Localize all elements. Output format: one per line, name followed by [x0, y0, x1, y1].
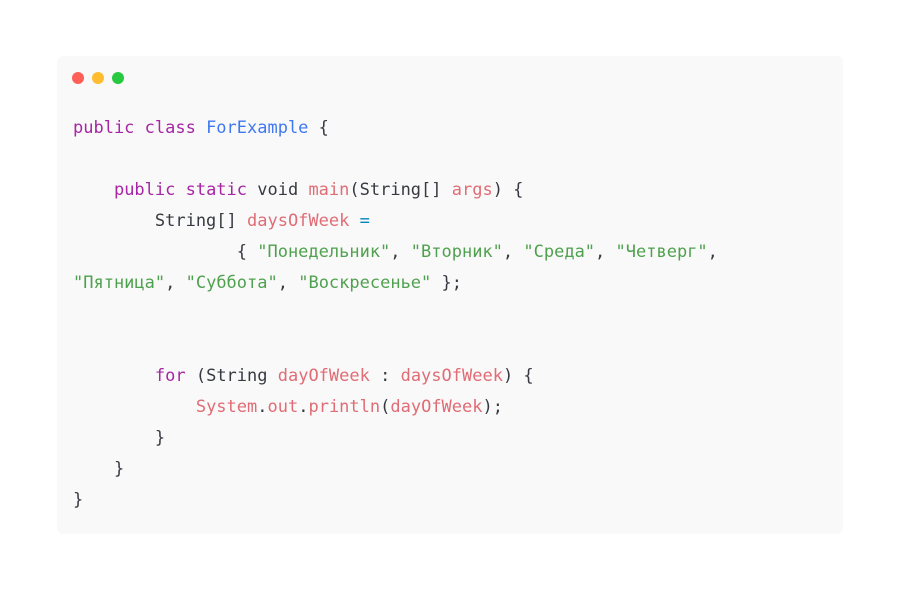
code-token: dayOfWeek	[277, 366, 370, 386]
maximize-dot-icon[interactable]	[112, 72, 124, 84]
code-token: ,	[595, 242, 616, 262]
code-token: (	[380, 397, 391, 417]
code-token: "Вторник"	[410, 242, 503, 262]
code-token: );	[482, 397, 503, 417]
code-token: main	[308, 180, 350, 200]
code-token: :	[369, 366, 401, 386]
code-token: "Пятница"	[73, 273, 166, 293]
code-token: "Воскресенье"	[298, 273, 432, 293]
code-line: public static void main(String[] args) {	[73, 175, 718, 206]
code-token: ) {	[492, 180, 524, 200]
code-token: ,	[390, 242, 411, 262]
code-token: {	[73, 242, 258, 262]
code-token: dayOfWeek	[390, 397, 483, 417]
code-line: for (String dayOfWeek : daysOfWeek) {	[73, 361, 718, 392]
code-token: System	[195, 397, 258, 417]
code-token: }	[73, 490, 84, 510]
code-token: String[]	[73, 211, 247, 231]
minimize-dot-icon[interactable]	[92, 72, 104, 84]
code-token: out	[267, 397, 299, 417]
code-token: ,	[707, 242, 718, 262]
code-token: public class	[73, 118, 207, 138]
code-token: .	[257, 397, 268, 417]
code-line: }	[73, 423, 718, 454]
code-window: public class ForExample { public static …	[57, 56, 843, 534]
code-token: ,	[502, 242, 524, 262]
close-dot-icon[interactable]	[72, 72, 84, 84]
code-token: println	[308, 397, 381, 417]
code-token: =	[349, 211, 370, 231]
code-block: public class ForExample { public static …	[73, 113, 718, 516]
code-token: "Суббота"	[185, 273, 278, 293]
code-token: "Четверг"	[615, 242, 708, 262]
code-token: }	[73, 459, 125, 479]
code-token: ,	[277, 273, 299, 293]
code-token: public static	[113, 180, 258, 200]
code-token: {	[308, 118, 329, 138]
code-token: (String	[185, 366, 278, 386]
code-token: };	[431, 273, 462, 293]
code-line: String[] daysOfWeek =	[73, 206, 718, 237]
code-line: { "Понедельник", "Вторник", "Среда", "Че…	[73, 237, 718, 268]
code-token: daysOfWeek	[247, 211, 350, 231]
code-token: "Понедельник"	[257, 242, 391, 262]
code-token: "Среда"	[523, 242, 596, 262]
code-token: ForExample	[206, 118, 309, 138]
code-token: for	[154, 366, 186, 386]
code-line: }	[73, 485, 718, 516]
code-token: ) {	[502, 366, 534, 386]
code-token: }	[73, 428, 166, 448]
code-token: .	[298, 397, 309, 417]
code-line: "Пятница", "Суббота", "Воскресенье" };	[73, 268, 718, 299]
code-line: public class ForExample {	[73, 113, 718, 144]
code-token: void	[257, 180, 309, 200]
code-line: }	[73, 454, 718, 485]
code-token: args	[451, 180, 493, 200]
code-token: (String[]	[349, 180, 452, 200]
code-token: daysOfWeek	[400, 366, 503, 386]
code-line: System.out.println(dayOfWeek);	[73, 392, 718, 423]
code-token: ,	[165, 273, 186, 293]
